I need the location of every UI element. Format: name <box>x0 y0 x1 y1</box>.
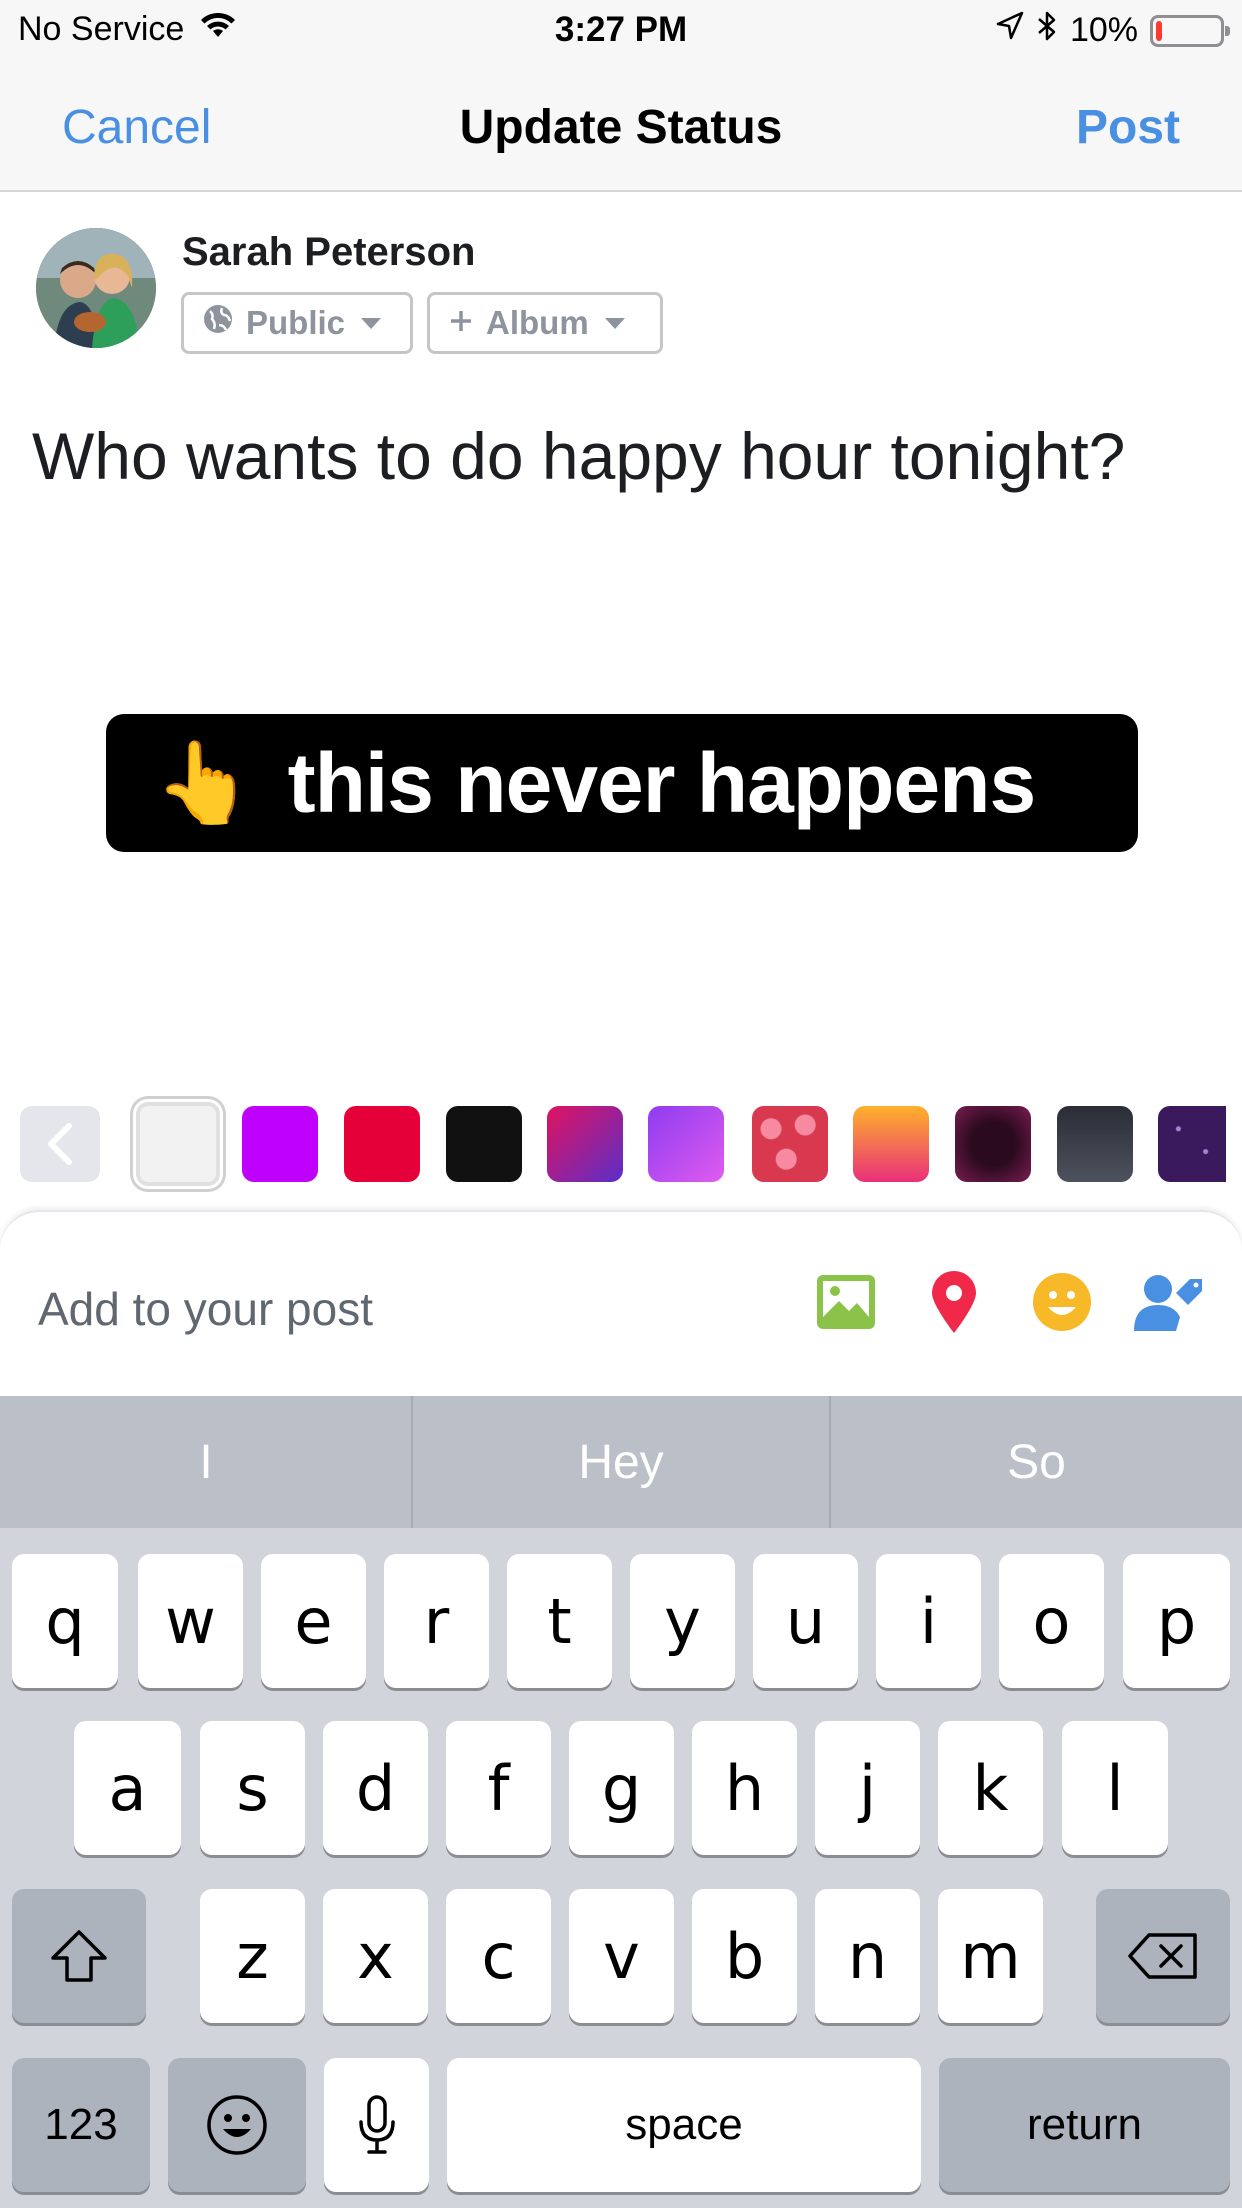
chevron-down-icon <box>604 317 625 329</box>
swatch-black[interactable] <box>446 1106 522 1182</box>
predictive-bar: I Hey So <box>0 1396 1242 1528</box>
tag-people-icon[interactable] <box>1130 1264 1206 1340</box>
swatch-sunset-gradient[interactable] <box>853 1106 929 1182</box>
key-z[interactable]: z <box>200 1889 305 2023</box>
key-k[interactable]: k <box>938 1721 1043 1855</box>
swatch-purple[interactable] <box>242 1106 318 1182</box>
battery-percent: 10% <box>1069 11 1138 49</box>
post-button[interactable]: Post <box>1076 100 1180 155</box>
pointing-up-emoji: 👆 <box>154 738 254 827</box>
plus-icon <box>448 304 474 342</box>
carrier-label: No Service <box>18 10 185 48</box>
keyboard: I Hey So q w e r t y u i o p a s d f g h… <box>0 1396 1242 2208</box>
emoji-key[interactable] <box>168 2058 306 2192</box>
location-arrow-icon <box>996 11 1024 50</box>
suggestion-1[interactable]: I <box>0 1396 412 1528</box>
album-selector[interactable]: Album <box>427 292 663 354</box>
suggestion-3[interactable]: So <box>831 1396 1242 1528</box>
dictation-key[interactable] <box>324 2058 429 2192</box>
privacy-label: Public <box>246 304 346 341</box>
key-n[interactable]: n <box>815 1889 920 2023</box>
key-q[interactable]: q <box>12 1554 118 1688</box>
microphone-icon <box>358 2095 395 2154</box>
space-key[interactable]: space <box>447 2058 921 2192</box>
status-left: No Service <box>18 10 238 49</box>
emoji-smiley-icon <box>207 2095 267 2155</box>
chevron-down-icon <box>361 317 382 329</box>
key-g[interactable]: g <box>569 1721 674 1855</box>
numbers-key[interactable]: 123 <box>12 2058 150 2192</box>
swatch-hearts-pattern[interactable] <box>752 1106 828 1182</box>
swatch-charcoal-gradient[interactable] <box>1057 1106 1133 1182</box>
key-h[interactable]: h <box>692 1721 797 1855</box>
privacy-selector[interactable]: Public <box>181 292 413 354</box>
sticker[interactable]: 👆 this never happens <box>106 714 1138 852</box>
key-b[interactable]: b <box>692 1889 797 2023</box>
swatch-red[interactable] <box>344 1106 420 1182</box>
palette-back-button[interactable] <box>20 1106 100 1182</box>
status-right: 10% <box>996 10 1230 51</box>
backspace-icon <box>1128 1933 1197 1979</box>
swatch-magenta-blue-gradient[interactable] <box>547 1106 623 1182</box>
swatch-white[interactable] <box>136 1102 220 1186</box>
swatch-dark-purple-pattern[interactable] <box>955 1106 1031 1182</box>
battery-icon <box>1150 14 1230 47</box>
swatch-violet-gradient[interactable] <box>648 1106 724 1182</box>
key-a[interactable]: a <box>74 1721 181 1855</box>
nav-bar: Cancel Update Status Post <box>0 62 1242 192</box>
user-name: Sarah Peterson <box>182 230 476 274</box>
wifi-icon <box>198 10 238 49</box>
key-w[interactable]: w <box>138 1554 243 1688</box>
key-o[interactable]: o <box>999 1554 1104 1688</box>
shift-key[interactable] <box>12 1889 146 2023</box>
photo-icon[interactable] <box>808 1264 884 1340</box>
return-key[interactable]: return <box>939 2058 1230 2192</box>
globe-icon <box>202 303 234 343</box>
status-text-input[interactable]: Who wants to do happy hour tonight? <box>32 418 1125 494</box>
add-to-post-label: Add to your post <box>38 1283 373 1335</box>
key-t[interactable]: t <box>507 1554 612 1688</box>
key-l[interactable]: l <box>1062 1721 1168 1855</box>
feeling-smiley-icon[interactable] <box>1024 1264 1100 1340</box>
add-to-post-bar[interactable]: Add to your post <box>0 1210 1242 1396</box>
battery-level <box>1156 20 1162 41</box>
location-pin-icon[interactable] <box>916 1264 992 1340</box>
key-s[interactable]: s <box>200 1721 305 1855</box>
key-v[interactable]: v <box>569 1889 674 2023</box>
delete-key[interactable] <box>1096 1889 1230 2023</box>
key-i[interactable]: i <box>876 1554 981 1688</box>
chevron-left-icon <box>48 1123 72 1165</box>
key-j[interactable]: j <box>815 1721 920 1855</box>
bluetooth-icon <box>1036 10 1058 51</box>
suggestion-2[interactable]: Hey <box>413 1396 829 1528</box>
key-d[interactable]: d <box>323 1721 428 1855</box>
key-x[interactable]: x <box>323 1889 428 2023</box>
key-m[interactable]: m <box>938 1889 1043 2023</box>
background-palette <box>0 1098 1242 1188</box>
key-u[interactable]: u <box>753 1554 858 1688</box>
key-e[interactable]: e <box>261 1554 366 1688</box>
key-f[interactable]: f <box>446 1721 551 1855</box>
key-r[interactable]: r <box>384 1554 489 1688</box>
key-p[interactable]: p <box>1123 1554 1230 1688</box>
key-y[interactable]: y <box>630 1554 735 1688</box>
key-c[interactable]: c <box>446 1889 551 2023</box>
avatar <box>36 228 156 348</box>
album-label: Album <box>486 304 589 341</box>
shift-arrow-icon <box>51 1930 107 1982</box>
cancel-button[interactable]: Cancel <box>62 100 211 155</box>
sticker-text: this never happens <box>287 735 1037 830</box>
swatch-starry-night-pattern[interactable] <box>1158 1106 1226 1182</box>
status-bar: No Service 3:27 PM 10% <box>0 0 1242 62</box>
